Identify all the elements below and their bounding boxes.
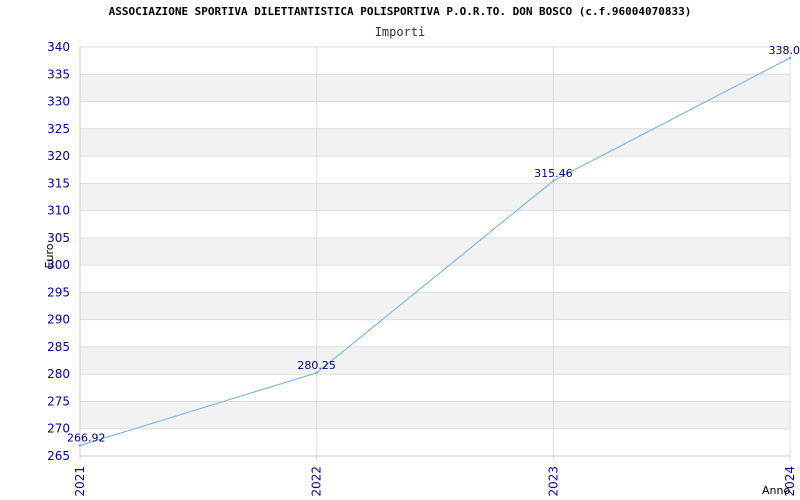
x-tick-label: 2023 (546, 466, 560, 497)
y-tick-label: 275 (47, 394, 70, 408)
grid-band (80, 401, 790, 429)
y-tick-label: 310 (47, 204, 70, 218)
data-label: 280.25 (297, 359, 336, 372)
grid-band (80, 237, 790, 266)
x-axis-label: Anno (762, 484, 790, 497)
y-tick-label: 320 (47, 149, 70, 163)
y-tick-label: 315 (47, 176, 70, 190)
y-tick-label: 265 (47, 449, 70, 463)
y-tick-label: 335 (47, 67, 70, 81)
grid-band (80, 183, 790, 211)
grid-band (80, 346, 790, 375)
y-tick-label: 340 (47, 40, 70, 54)
y-axis-label: Euro (43, 243, 56, 268)
data-point (315, 371, 318, 375)
y-tick-label: 295 (47, 285, 70, 299)
x-tick-label: 2021 (73, 466, 87, 497)
grid-band (80, 128, 790, 157)
y-tick-label: 290 (47, 313, 70, 327)
data-label: 315.46 (534, 167, 573, 180)
chart: ASSOCIAZIONE SPORTIVA DILETTANTISTICA PO… (0, 0, 800, 500)
data-point (78, 444, 82, 447)
y-tick-label: 325 (47, 122, 70, 136)
x-tick-label: 2022 (310, 466, 324, 497)
data-point (788, 56, 792, 60)
y-tick-label: 285 (47, 340, 70, 354)
y-tick-label: 280 (47, 367, 70, 381)
y-tick-label: 330 (47, 95, 70, 109)
plot-area: 2652702752802852902953003053103153203253… (43, 40, 800, 497)
grid-band (80, 74, 790, 102)
data-label: 266.92 (67, 432, 106, 445)
data-point (552, 179, 555, 183)
grid-band (80, 292, 790, 320)
data-label: 338.0 (769, 44, 800, 57)
y-tick-label: 305 (47, 231, 70, 245)
